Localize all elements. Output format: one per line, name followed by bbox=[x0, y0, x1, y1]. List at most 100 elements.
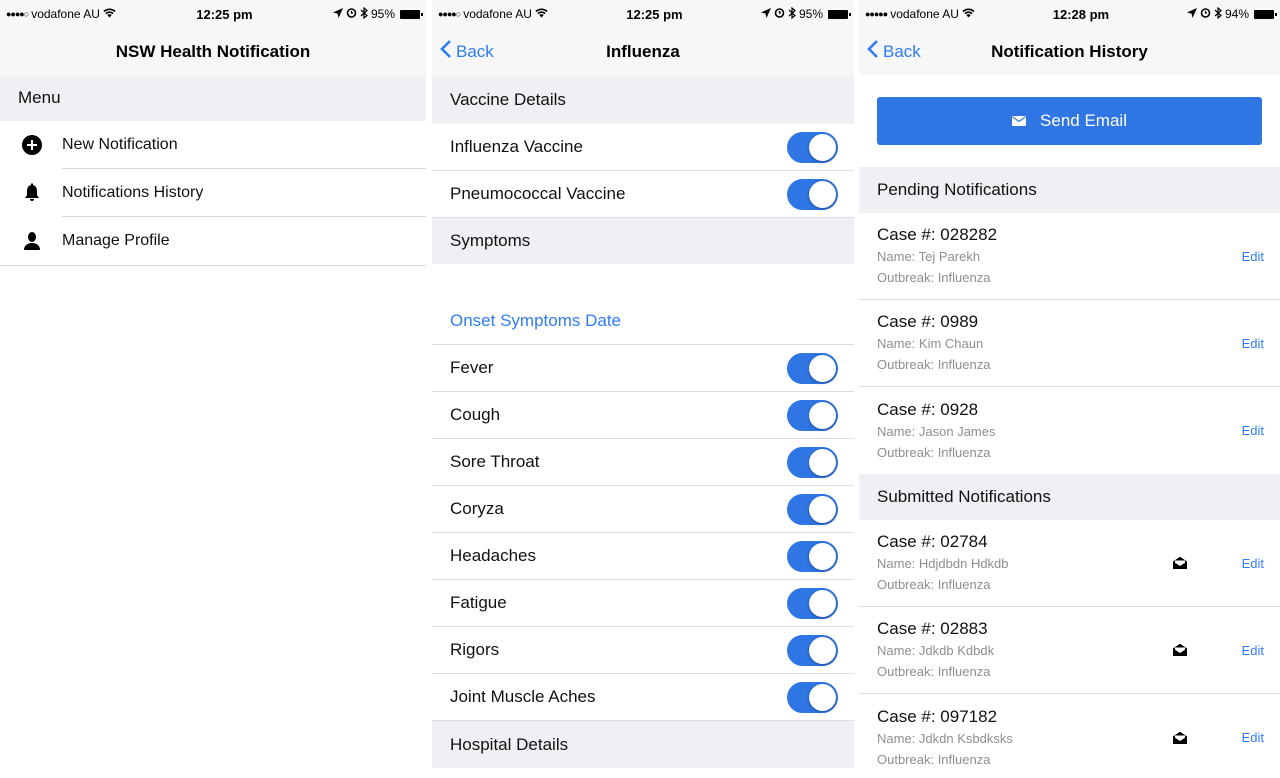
email-button-container: Send Email bbox=[859, 75, 1280, 167]
page-title: Notification History bbox=[991, 41, 1148, 61]
section-title: Vaccine Details bbox=[450, 89, 566, 109]
back-button[interactable]: Back bbox=[440, 28, 494, 75]
menu-item-manage-profile[interactable]: Manage Profile bbox=[0, 217, 426, 265]
edit-button[interactable]: Edit bbox=[1234, 249, 1264, 264]
case-number: Case #: 02784 bbox=[877, 532, 988, 551]
menu-section-header: Menu bbox=[0, 75, 426, 121]
symptoms-section-header: Symptoms bbox=[432, 218, 854, 264]
case-number: Case #: 097182 bbox=[877, 706, 998, 726]
bluetooth-icon bbox=[360, 6, 368, 22]
carrier-name: vodafone AU bbox=[31, 7, 100, 21]
status-bar: ●●●●○ vodafone AU 12:25 pm 95% bbox=[432, 0, 854, 28]
list-item[interactable]: Case #: 02784 Name: Hdjdbdn Hdkdb Outbre… bbox=[859, 520, 1280, 607]
wifi-icon bbox=[535, 7, 548, 21]
status-right: 95% bbox=[760, 6, 851, 22]
onset-symptoms-date-button[interactable]: Onset Symptoms Date bbox=[432, 297, 854, 345]
list-item[interactable]: Case #: 0928 Name: Jason James Outbreak:… bbox=[859, 387, 1280, 474]
status-time: 12:25 pm bbox=[626, 6, 683, 22]
battery-percent: 95% bbox=[798, 7, 823, 21]
section-title: Submitted Notifications bbox=[877, 487, 1051, 506]
switch-knob bbox=[809, 180, 836, 208]
edit-button[interactable]: Edit bbox=[1234, 423, 1264, 438]
menu-item-notifications-history[interactable]: Notifications History bbox=[0, 169, 426, 217]
fever-switch[interactable] bbox=[787, 352, 838, 384]
screen-notification-history: ●●●●● vodafone AU 12:28 pm 94% Back Noti… bbox=[859, 0, 1280, 778]
battery-percent: 94% bbox=[1224, 7, 1249, 21]
toggle-row-fever: Fever bbox=[432, 345, 854, 392]
headaches-switch[interactable] bbox=[787, 540, 838, 572]
case-name: Name: Hdjdbdn Hdkdb bbox=[877, 556, 1009, 571]
bell-icon bbox=[0, 182, 62, 204]
status-left: ●●●●○ vodafone AU bbox=[6, 7, 116, 21]
joint-muscle-aches-switch[interactable] bbox=[787, 681, 838, 713]
carrier-name: vodafone AU bbox=[463, 7, 532, 21]
nav-bar: Back Notification History bbox=[859, 28, 1280, 75]
case-info: Case #: 02784 Name: Hdjdbdn Hdkdb Outbre… bbox=[877, 531, 1172, 595]
signal-strength: ●●●●○ bbox=[438, 9, 461, 19]
nav-bar: Back Influenza bbox=[432, 28, 854, 75]
switch-knob bbox=[809, 401, 836, 429]
battery-icon bbox=[400, 9, 423, 19]
signal-strength: ●●●●● bbox=[865, 9, 888, 19]
toggle-row-sore-throat: Sore Throat bbox=[432, 439, 854, 486]
toggle-row-joint-muscle-aches: Joint Muscle Aches bbox=[432, 674, 854, 721]
back-button[interactable]: Back bbox=[867, 28, 921, 75]
list-item[interactable]: Case #: 02883 Name: Jdkdb Kdbdk Outbreak… bbox=[859, 607, 1280, 694]
toggle-label: Cough bbox=[450, 405, 501, 424]
back-label: Back bbox=[883, 41, 921, 61]
menu-item-label: Manage Profile bbox=[62, 232, 170, 249]
envelope-icon bbox=[1012, 111, 1027, 131]
person-icon bbox=[0, 230, 62, 252]
alarm-clock-icon bbox=[1200, 7, 1211, 21]
edit-button[interactable]: Edit bbox=[1234, 643, 1264, 658]
page-title: Influenza bbox=[606, 41, 680, 61]
toggle-row-pneumococcal-vaccine: Pneumococcal Vaccine bbox=[432, 171, 854, 218]
case-outbreak: Outbreak: Influenza bbox=[877, 577, 991, 592]
sore-throat-switch[interactable] bbox=[787, 446, 838, 478]
send-email-button[interactable]: Send Email bbox=[877, 97, 1262, 145]
list-item[interactable]: Case #: 028282 Name: Tej Parekh Outbreak… bbox=[859, 213, 1280, 300]
case-info: Case #: 0928 Name: Jason James Outbreak:… bbox=[877, 399, 1234, 463]
section-title: Symptoms bbox=[450, 231, 531, 250]
bluetooth-icon bbox=[788, 6, 796, 22]
fatigue-switch[interactable] bbox=[787, 587, 838, 619]
onset-date-label: Onset Symptoms Date bbox=[450, 310, 622, 330]
status-left: ●●●●● vodafone AU bbox=[865, 7, 975, 21]
submitted-section-header: Submitted Notifications bbox=[859, 474, 1280, 520]
case-name: Name: Jason James bbox=[877, 423, 996, 439]
wifi-icon bbox=[962, 7, 975, 21]
hospital-section-header: Hospital Details bbox=[432, 721, 854, 768]
rigors-switch[interactable] bbox=[787, 634, 838, 666]
case-name: Name: Kim Chaun bbox=[877, 336, 984, 351]
menu-item-label: New Notification bbox=[62, 121, 426, 169]
toggle-label: Sore Throat bbox=[450, 452, 540, 471]
toggle-label: Fever bbox=[450, 358, 494, 377]
location-arrow-icon bbox=[760, 7, 771, 21]
location-arrow-icon bbox=[332, 7, 343, 21]
section-title: Pending Notifications bbox=[877, 180, 1037, 199]
case-outbreak: Outbreak: Influenza bbox=[877, 444, 991, 460]
chevron-left-icon bbox=[440, 39, 452, 64]
edit-button[interactable]: Edit bbox=[1234, 730, 1264, 745]
coryza-switch[interactable] bbox=[787, 493, 838, 525]
case-outbreak: Outbreak: Influenza bbox=[877, 270, 991, 285]
list-item[interactable]: Case #: 097182 Name: Jdkdn Ksbdksks Outb… bbox=[859, 694, 1280, 778]
cough-switch[interactable] bbox=[787, 399, 838, 431]
toggle-label: Influenza Vaccine bbox=[450, 137, 583, 156]
edit-button[interactable]: Edit bbox=[1234, 556, 1264, 571]
carrier-name: vodafone AU bbox=[890, 7, 959, 21]
case-name: Name: Jdkdn Ksbdksks bbox=[877, 730, 1013, 746]
menu-item-label: Notifications History bbox=[62, 169, 426, 217]
toggle-label: Rigors bbox=[450, 640, 500, 659]
menu-item-new-notification[interactable]: New Notification bbox=[0, 121, 426, 169]
influenza-vaccine-switch[interactable] bbox=[787, 131, 838, 163]
battery-percent: 95% bbox=[370, 7, 395, 21]
battery-icon bbox=[1254, 9, 1277, 19]
case-number: Case #: 0989 bbox=[877, 312, 979, 331]
send-email-label: Send Email bbox=[1040, 111, 1127, 130]
edit-button[interactable]: Edit bbox=[1234, 336, 1264, 351]
switch-knob bbox=[809, 683, 836, 711]
list-item[interactable]: Case #: 0989 Name: Kim Chaun Outbreak: I… bbox=[859, 300, 1280, 387]
pneumococcal-vaccine-switch[interactable] bbox=[787, 178, 838, 210]
pending-list: Case #: 028282 Name: Tej Parekh Outbreak… bbox=[859, 213, 1280, 474]
